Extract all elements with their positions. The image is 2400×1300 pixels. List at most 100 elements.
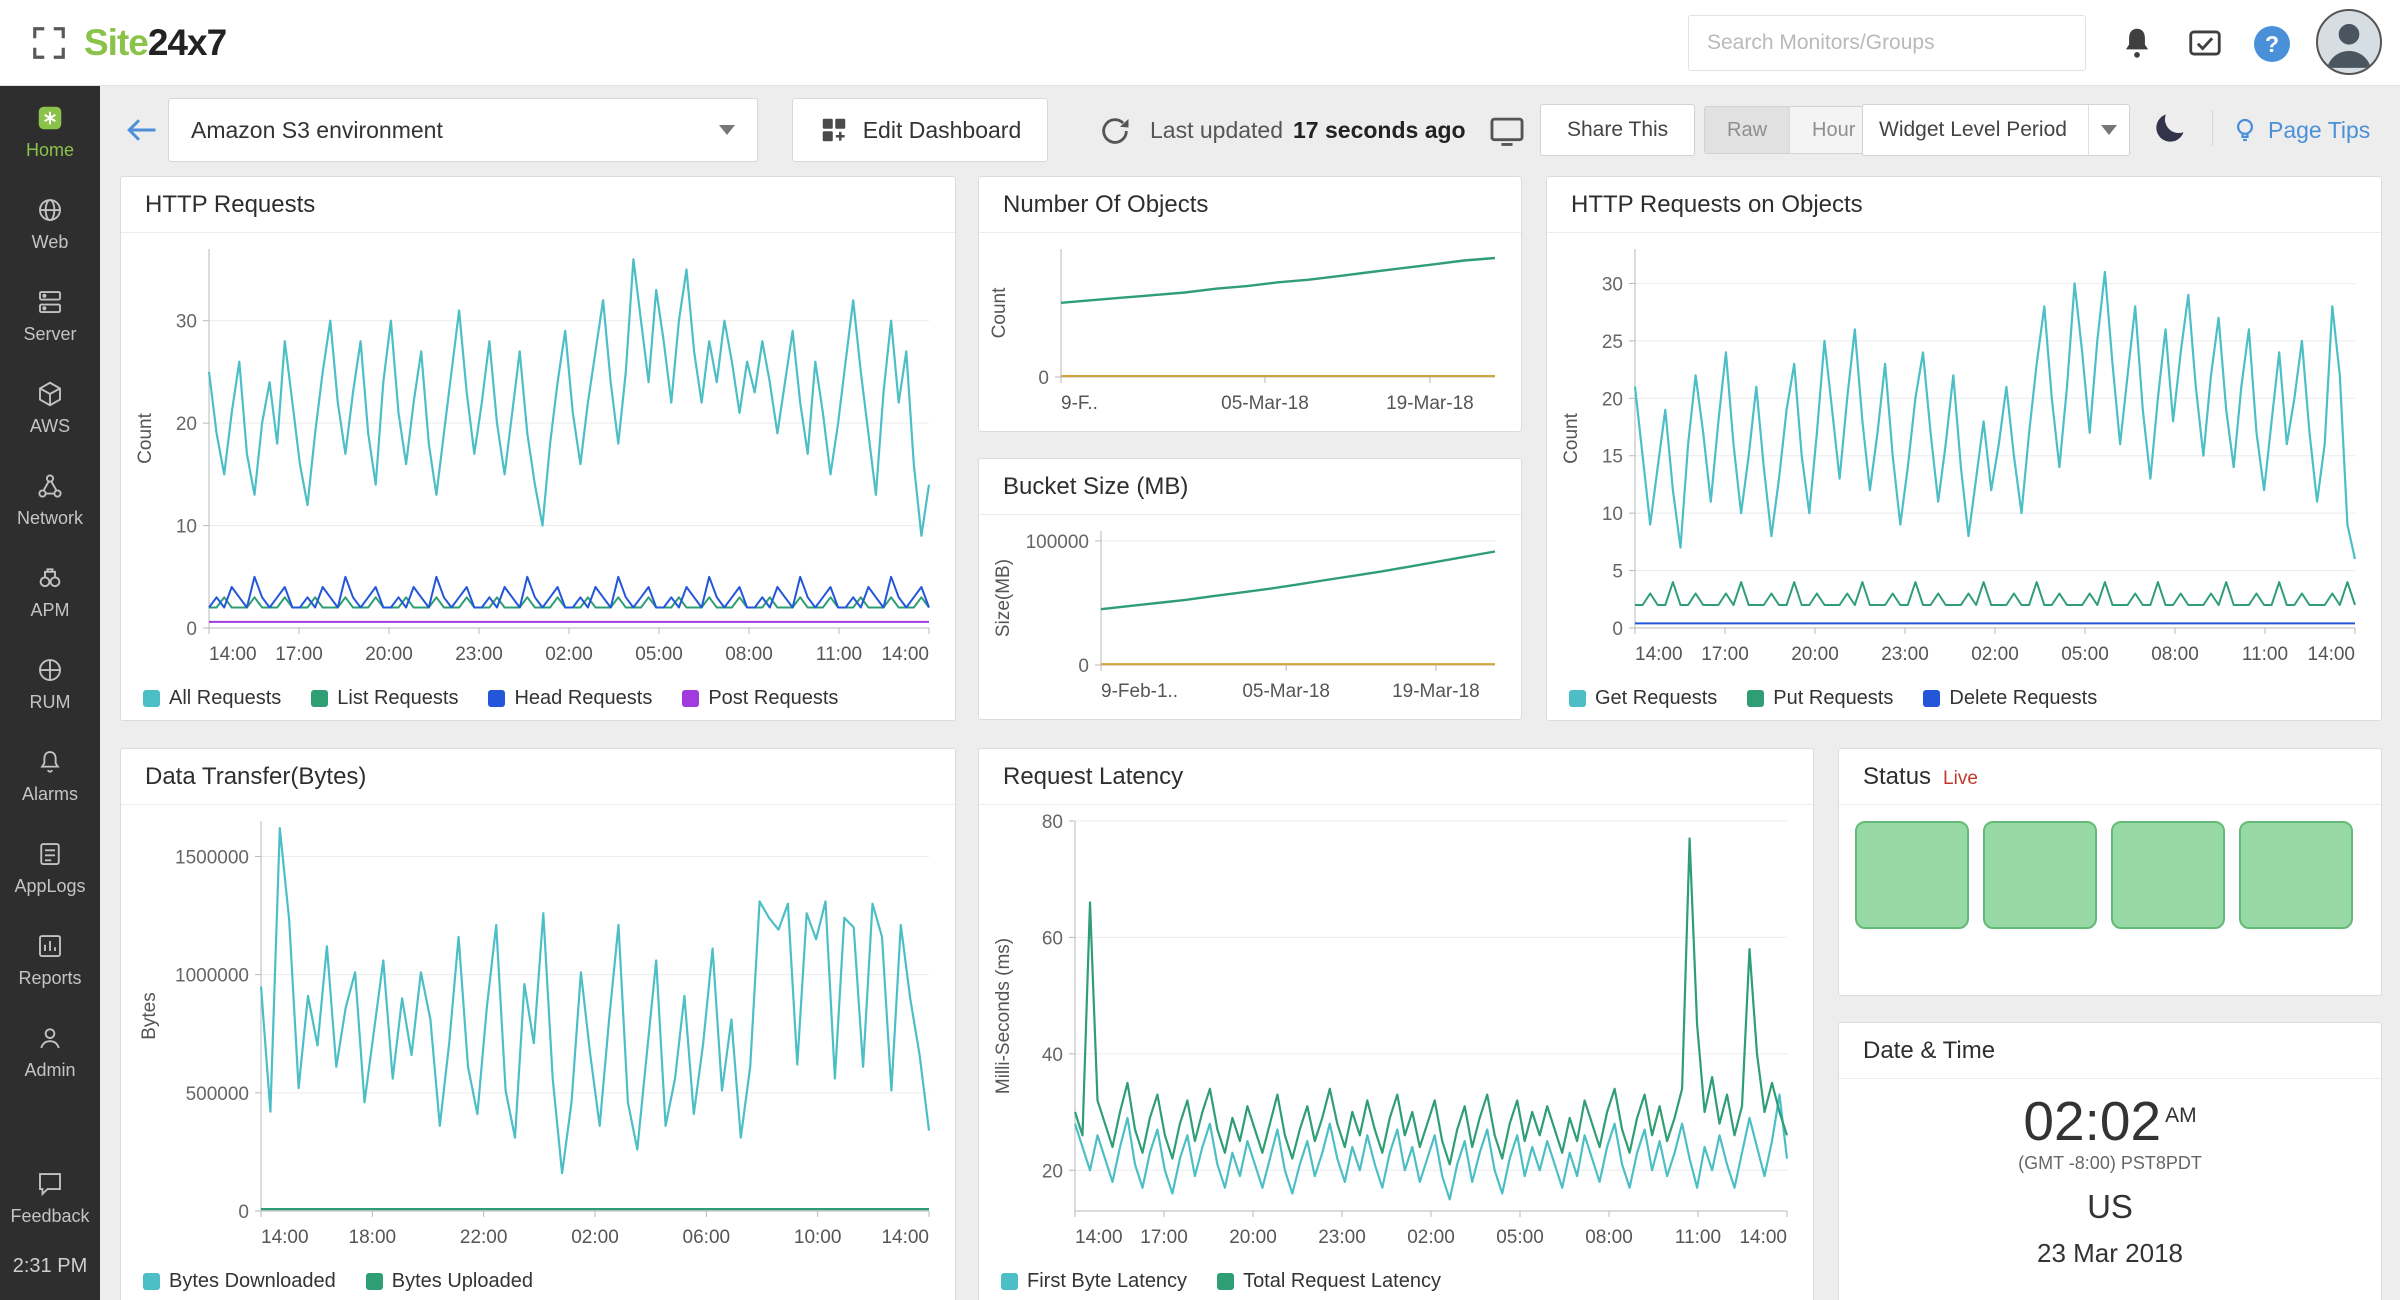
svg-text:02:00: 02:00 (545, 644, 593, 665)
legend-item[interactable]: Bytes Downloaded (143, 1270, 336, 1293)
sidebar-item-server[interactable]: Server (0, 270, 100, 362)
svg-text:14:00: 14:00 (881, 644, 929, 665)
globe-grid-icon (35, 655, 65, 685)
server-icon (35, 287, 65, 317)
legend-item[interactable]: Get Requests (1569, 687, 1717, 710)
legend-label: Get Requests (1595, 687, 1717, 710)
svg-text:20:00: 20:00 (1229, 1227, 1277, 1248)
bell-icon[interactable] (2118, 24, 2156, 62)
legend-label: List Requests (337, 687, 458, 710)
svg-text:Count: Count (989, 287, 1010, 338)
sidebar-item-rum[interactable]: RUM (0, 638, 100, 730)
home-icon (35, 103, 65, 133)
edit-dashboard-label: Edit Dashboard (863, 117, 1022, 144)
sidebar-item-admin[interactable]: Admin (0, 1006, 100, 1098)
legend-item[interactable]: Head Requests (488, 687, 652, 710)
sidebar-item-web[interactable]: Web (0, 178, 100, 270)
number-of-objects-chart: 09-F..05-Mar-1819-Mar-18Count (979, 233, 1521, 425)
search-input[interactable] (1688, 15, 2086, 71)
panel-bucket-size: Bucket Size (MB) 01000009-Feb-1..05-Mar-… (978, 458, 1522, 720)
sidebar: Home Web Server AWS Network APM RUM Ala (0, 86, 100, 1300)
legend-item[interactable]: List Requests (311, 687, 458, 710)
widget-level-period-value: Widget Level Period (1879, 118, 2067, 142)
page-tips-button[interactable]: Page Tips (2230, 106, 2370, 154)
avatar[interactable] (2316, 9, 2382, 75)
last-updated-prefix: Last updated (1150, 117, 1283, 144)
sidebar-item-aws[interactable]: AWS (0, 362, 100, 454)
expand-icon[interactable] (30, 24, 68, 62)
svg-text:25: 25 (1602, 332, 1623, 353)
edit-dashboard-button[interactable]: Edit Dashboard (792, 98, 1048, 162)
date-label: 23 Mar 2018 (1839, 1238, 2381, 1269)
legend-item[interactable]: Delete Requests (1923, 687, 2097, 710)
refresh-icon[interactable] (1098, 114, 1132, 148)
sidebar-item-label: Alarms (22, 784, 78, 805)
topbar: Site24x7 ? (0, 0, 2400, 86)
globe-icon (35, 195, 65, 225)
widget-level-period-select[interactable]: Widget Level Period (1862, 104, 2130, 156)
svg-text:05:00: 05:00 (1496, 1227, 1544, 1248)
sidebar-item-home[interactable]: Home (0, 86, 100, 178)
svg-text:20: 20 (1042, 1161, 1063, 1182)
svg-text:11:00: 11:00 (816, 644, 862, 665)
legend-item[interactable]: Post Requests (682, 687, 838, 710)
sidebar-item-reports[interactable]: Reports (0, 914, 100, 1006)
site24x7-logo[interactable]: Site24x7 (84, 0, 226, 86)
status-box[interactable] (1983, 821, 2097, 929)
legend-item[interactable]: Put Requests (1747, 687, 1893, 710)
status-box[interactable] (2111, 821, 2225, 929)
sidebar-item-apm[interactable]: APM (0, 546, 100, 638)
timezone-label: (GMT -8:00) PST8PDT (1839, 1153, 2381, 1174)
svg-text:17:00: 17:00 (275, 644, 323, 665)
sidebar-item-feedback[interactable]: Feedback (0, 1152, 100, 1244)
legend-item[interactable]: Total Request Latency (1217, 1270, 1441, 1293)
sidebar-item-label: Network (17, 508, 83, 529)
panel-number-of-objects: Number Of Objects 09-F..05-Mar-1819-Mar-… (978, 176, 1522, 432)
dashboard-select-value: Amazon S3 environment (191, 117, 443, 144)
dark-mode-moon-icon[interactable] (2152, 110, 2188, 146)
svg-text:02:00: 02:00 (571, 1227, 619, 1248)
svg-text:08:00: 08:00 (2151, 644, 2199, 665)
svg-text:20: 20 (176, 414, 197, 435)
svg-text:08:00: 08:00 (1585, 1227, 1633, 1248)
status-box[interactable] (1855, 821, 1969, 929)
legend-item[interactable]: Bytes Uploaded (366, 1270, 533, 1293)
svg-text:14:00: 14:00 (1635, 644, 1683, 665)
legend-item[interactable]: All Requests (143, 687, 281, 710)
svg-text:0: 0 (1038, 368, 1049, 389)
share-this-button[interactable]: Share This (1540, 104, 1695, 156)
svg-text:14:00: 14:00 (1075, 1227, 1123, 1248)
raw-toggle[interactable]: Raw (1705, 107, 1789, 153)
svg-text:10: 10 (1602, 504, 1623, 525)
svg-text:Count: Count (135, 412, 156, 463)
svg-text:14:00: 14:00 (881, 1227, 929, 1248)
svg-text:23:00: 23:00 (455, 644, 503, 665)
dashboard-select[interactable]: Amazon S3 environment (168, 98, 758, 162)
chevron-down-icon (719, 125, 735, 135)
status-box[interactable] (2239, 821, 2353, 929)
svg-text:19-Mar-18: 19-Mar-18 (1386, 393, 1474, 414)
screen-share-icon[interactable] (1488, 112, 1526, 150)
legend-label: Delete Requests (1949, 687, 2097, 710)
help-icon[interactable]: ? (2254, 26, 2290, 62)
toolbar-divider (2212, 110, 2213, 146)
sidebar-item-alarms[interactable]: Alarms (0, 730, 100, 822)
network-icon (35, 471, 65, 501)
sidebar-item-applogs[interactable]: AppLogs (0, 822, 100, 914)
svg-text:05-Mar-18: 05-Mar-18 (1242, 681, 1330, 702)
panel-title: Data Transfer(Bytes) (121, 749, 955, 805)
svg-text:9-Feb-1..: 9-Feb-1.. (1101, 681, 1178, 702)
panel-request-latency: Request Latency 2040608014:0017:0020:002… (978, 748, 1814, 1300)
svg-text:Count: Count (1561, 412, 1582, 463)
messages-icon[interactable] (2186, 24, 2224, 62)
sidebar-item-network[interactable]: Network (0, 454, 100, 546)
last-updated: Last updated 17 seconds ago (1150, 98, 1466, 162)
svg-text:0: 0 (1612, 619, 1623, 640)
sidebar-item-label: Web (32, 232, 69, 253)
back-arrow-icon[interactable] (122, 112, 162, 148)
clock-time: 02:02 (2023, 1090, 2161, 1152)
legend-item[interactable]: First Byte Latency (1001, 1270, 1187, 1293)
svg-text:9-F..: 9-F.. (1061, 393, 1098, 414)
sidebar-item-label: Home (26, 140, 74, 161)
svg-text:80: 80 (1042, 812, 1063, 833)
